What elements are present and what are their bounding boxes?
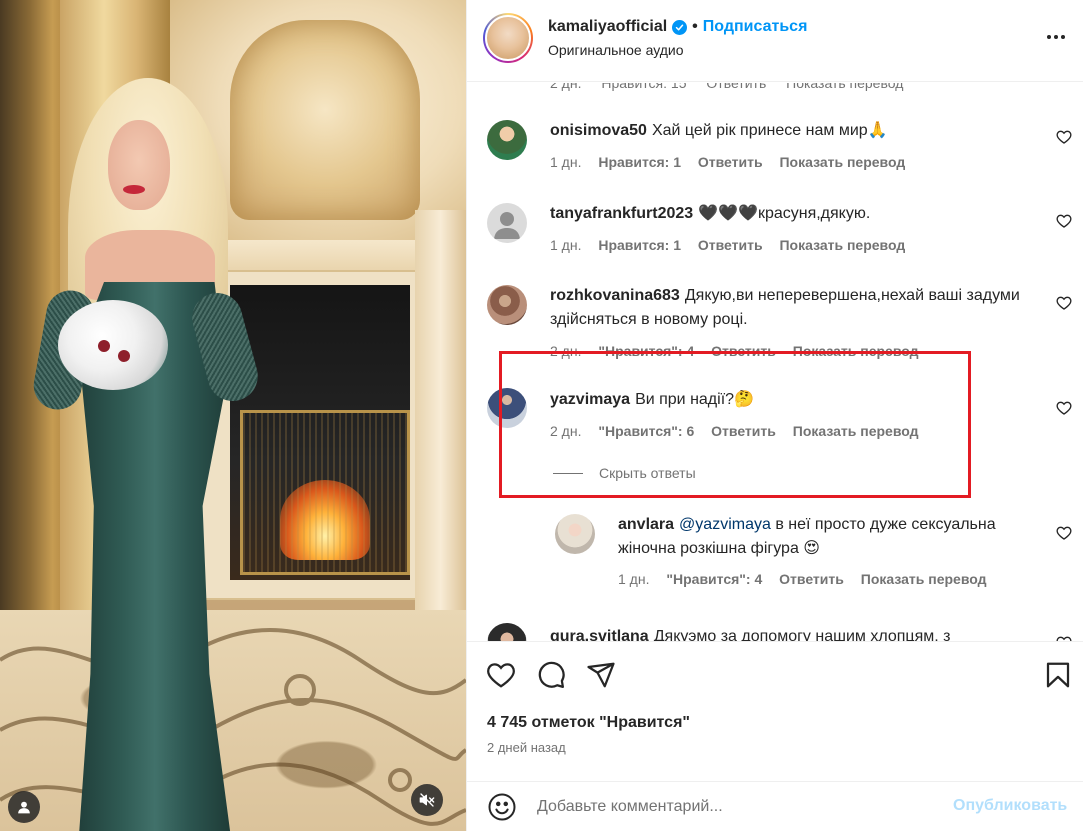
verified-badge-icon: [672, 19, 688, 35]
reply-button[interactable]: Ответить: [698, 237, 763, 253]
comment-meta: 2 дн. "Нравится": 4 Ответить Показать пе…: [550, 343, 932, 359]
comment-likes[interactable]: "Нравится": 4: [666, 571, 762, 587]
comment-time: 2 дн.: [550, 343, 582, 359]
comment-text: anvlara @yazvimaya в неї просто дуже секс…: [618, 513, 1028, 561]
user-tag-icon[interactable]: [8, 791, 40, 823]
likes-count[interactable]: 4 745 отметок "Нравится": [487, 714, 690, 732]
translate-button[interactable]: Показать перевод: [861, 571, 987, 587]
add-comment-bar: Опубликовать: [467, 781, 1083, 831]
comment-time: 2 дн.: [550, 423, 582, 439]
media-fire-screen: [240, 410, 410, 575]
commenter-username[interactable]: yazvimaya: [550, 391, 630, 408]
comment-input[interactable]: [537, 794, 937, 820]
publish-button[interactable]: Опубликовать: [953, 797, 1067, 815]
heart-icon[interactable]: [1056, 129, 1072, 145]
translate-button[interactable]: Показать перевод: [793, 423, 919, 439]
author-avatar[interactable]: [483, 13, 533, 63]
media-background-ornament-center: [230, 20, 420, 220]
media-bouquet: [58, 300, 168, 390]
comment-content: Хай цей рік принесе нам мир🙏: [651, 122, 888, 139]
mention-link[interactable]: @yazvimaya: [679, 516, 771, 533]
comment-meta: 2 дн. "Нравится": 6 Ответить Показать пе…: [550, 423, 932, 439]
translate-button[interactable]: Показать перевод: [779, 154, 905, 170]
comment-text: tanyafrankfurt2023 🖤🖤🖤красуня,дякую.: [550, 202, 1040, 226]
commenter-username[interactable]: rozhkovanina683: [550, 287, 680, 304]
comment-likes[interactable]: Нравится: 1: [598, 237, 681, 253]
comment-meta: 1 дн. Нравится: 1 Ответить Показать пере…: [550, 237, 918, 253]
comment-time: 1 дн.: [618, 571, 650, 587]
translate-button[interactable]: Показать перевод: [779, 237, 905, 253]
hide-replies-label: Скрыть ответы: [599, 465, 696, 481]
share-icon[interactable]: [586, 660, 616, 690]
comment-text: onisimova50 Хай цей рік принесе нам мир🙏: [550, 119, 1040, 143]
mute-icon[interactable]: [411, 784, 443, 816]
heart-icon[interactable]: [1056, 400, 1072, 416]
comment-likes[interactable]: Нравится: 1: [598, 154, 681, 170]
comment-content: 🖤🖤🖤красуня,дякую.: [698, 205, 871, 222]
heart-icon[interactable]: [1056, 295, 1072, 311]
media-woman-lips: [123, 185, 145, 194]
reply-button[interactable]: Ответить: [711, 423, 776, 439]
comment-likes[interactable]: "Нравится": 4: [598, 343, 694, 359]
comment-text: rozhkovanina683 Дякую,ви неперевершена,не…: [550, 284, 1020, 332]
commenter-username[interactable]: onisimova50: [550, 122, 647, 139]
reply-button[interactable]: Ответить: [706, 83, 766, 91]
original-audio-link[interactable]: Оригинальное аудио: [548, 42, 684, 58]
reply-button[interactable]: Ответить: [779, 571, 844, 587]
heart-icon[interactable]: [486, 660, 516, 690]
reply-button[interactable]: Ответить: [698, 154, 763, 170]
commenter-username[interactable]: tanyafrankfurt2023: [550, 205, 693, 222]
translate-button[interactable]: Показать перевод: [786, 83, 903, 91]
media-woman-face: [108, 120, 170, 210]
commenter-avatar[interactable]: [487, 203, 527, 243]
hide-replies-button[interactable]: Скрыть ответы: [553, 465, 696, 481]
comments-list[interactable]: 2 дн. Нравится: 15 Ответить Показать пер…: [467, 83, 1083, 641]
media-floor-pattern: [0, 628, 466, 826]
post-timestamp[interactable]: 2 дней назад: [487, 740, 566, 755]
comment-text: yazvimaya Ви при надії?🤔: [550, 388, 1020, 412]
commenter-avatar[interactable]: [487, 285, 527, 325]
comment-likes[interactable]: "Нравится": 6: [598, 423, 694, 439]
separator: •: [692, 18, 698, 35]
commenter-avatar[interactable]: [487, 120, 527, 160]
translate-button[interactable]: Показать перевод: [793, 343, 919, 359]
comment-likes[interactable]: Нравится: 15: [601, 83, 686, 91]
divider: [553, 472, 583, 474]
emoji-icon[interactable]: [487, 792, 517, 822]
comment-text: gura.svitlana Дякуэмо за допомогу нашим х…: [550, 625, 1020, 641]
post-media[interactable]: [0, 0, 466, 831]
post-actions: 4 745 отметок "Нравится" 2 дней назад: [467, 641, 1083, 781]
commenter-avatar[interactable]: [487, 623, 527, 641]
partial-comment-meta: 2 дн. Нравится: 15 Ответить Показать пер…: [550, 83, 919, 91]
heart-icon[interactable]: [1056, 525, 1072, 541]
commenter-username[interactable]: gura.svitlana: [550, 628, 649, 641]
media-fireplace-pillar: [415, 210, 466, 610]
comment-time: 1 дн.: [550, 154, 582, 170]
heart-icon[interactable]: [1056, 213, 1072, 229]
more-options-icon[interactable]: [1041, 27, 1071, 47]
author-username[interactable]: kamaliyaofficial: [548, 18, 667, 36]
commenter-avatar[interactable]: [487, 388, 527, 428]
post-header: kamaliyaofficial • Подписаться Оригиналь…: [467, 0, 1083, 82]
comment-content: Дякуэмо за допомогу нашим хлопцям, з: [653, 628, 951, 641]
author-line: kamaliyaofficial • Подписаться: [548, 18, 807, 36]
comment-time: 1 дн.: [550, 237, 582, 253]
follow-button[interactable]: Подписаться: [703, 18, 808, 36]
comment-content: Ви при надії?🤔: [635, 391, 754, 408]
comment-meta: 1 дн. Нравится: 1 Ответить Показать пере…: [550, 154, 918, 170]
commenter-avatar[interactable]: [555, 514, 595, 554]
reply-button[interactable]: Ответить: [711, 343, 776, 359]
commenter-username[interactable]: anvlara: [618, 516, 674, 533]
comment-content: в неї просто дуже сексуальна жіночна роз…: [618, 516, 996, 557]
comment-meta: 1 дн. "Нравится": 4 Ответить Показать пе…: [618, 571, 1000, 587]
post-sidebar: kamaliyaofficial • Подписаться Оригиналь…: [466, 0, 1083, 831]
bookmark-icon[interactable]: [1043, 660, 1073, 690]
comment-time: 2 дн.: [550, 83, 582, 91]
comment-icon[interactable]: [536, 660, 566, 690]
